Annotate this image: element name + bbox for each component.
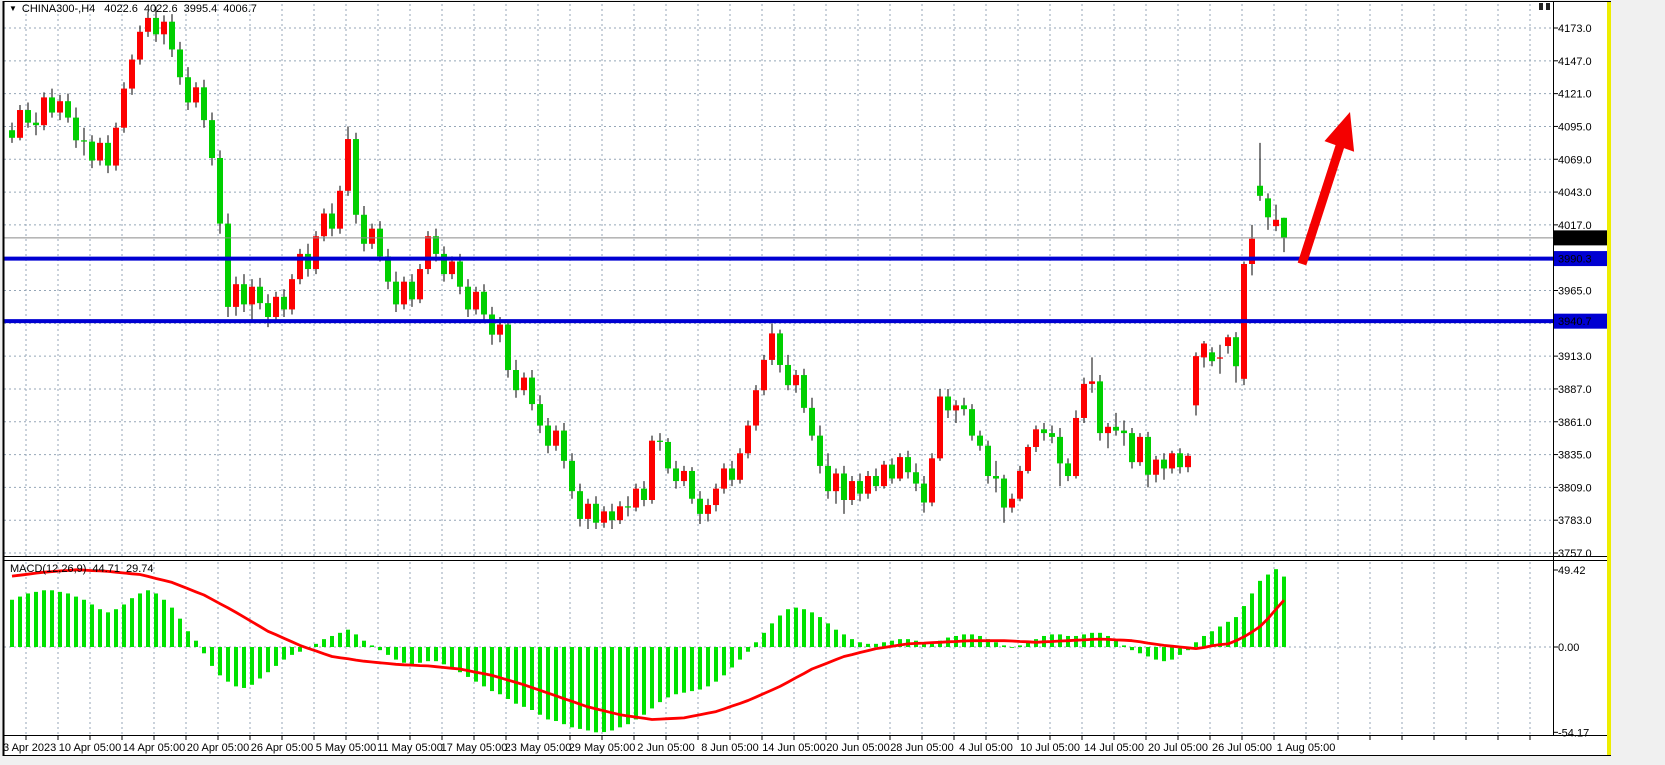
current-price-box: 4006.7 [1554, 230, 1607, 245]
svg-text:4006.7: 4006.7 [1558, 233, 1592, 245]
svg-text:0.00: 0.00 [1558, 642, 1579, 654]
svg-text:4 Jul 05:00: 4 Jul 05:00 [959, 742, 1013, 754]
ohlc-low: 3995.4 [184, 3, 218, 15]
symbol-period-label: CHINA300-,H4 [22, 3, 95, 15]
level-price-box-3990.3: 3990.3 [1554, 251, 1607, 266]
svg-text:10 Jul 05:00: 10 Jul 05:00 [1020, 742, 1080, 754]
svg-text:3913.0: 3913.0 [1558, 351, 1592, 363]
level-price-box-3940.7: 3940.7 [1554, 314, 1607, 329]
svg-text:3965.0: 3965.0 [1558, 286, 1592, 298]
ohlc-open: 4022.6 [104, 3, 138, 15]
macd-indicator-label: MACD(12,26,9) 44.71 29.74 [10, 563, 159, 575]
svg-text:5 May 05:00: 5 May 05:00 [316, 742, 377, 754]
svg-text:3783.0: 3783.0 [1558, 515, 1592, 527]
svg-text:4017.0: 4017.0 [1558, 220, 1592, 232]
svg-text:14 Jul 05:00: 14 Jul 05:00 [1084, 742, 1144, 754]
svg-text:-54.17: -54.17 [1558, 727, 1589, 739]
chart-canvas[interactable]: 4173.0 4147.0 4121.0 4095.0 4069.0 4043.0 4017… [0, 0, 1665, 765]
svg-text:14 Jun 05:00: 14 Jun 05:00 [762, 742, 826, 754]
svg-text:3940.7: 3940.7 [1558, 316, 1592, 328]
svg-text:4095.0: 4095.0 [1558, 121, 1592, 133]
svg-text:3757.0: 3757.0 [1558, 548, 1592, 560]
svg-text:10 Apr 05:00: 10 Apr 05:00 [59, 742, 121, 754]
svg-text:29 May 05:00: 29 May 05:00 [569, 742, 636, 754]
symbol-dropdown-icon[interactable]: ▼ [9, 4, 17, 13]
svg-text:4043.0: 4043.0 [1558, 187, 1592, 199]
svg-text:4147.0: 4147.0 [1558, 56, 1592, 68]
ohlc-close: 4006.7 [223, 3, 257, 15]
svg-text:2 Jun 05:00: 2 Jun 05:00 [637, 742, 695, 754]
ohlc-high: 4022.6 [144, 3, 178, 15]
svg-text:3 Apr 2023: 3 Apr 2023 [3, 742, 56, 754]
macd-value-signal: 29.74 [126, 563, 154, 575]
svg-text:3835.0: 3835.0 [1558, 450, 1592, 462]
svg-text:49.42: 49.42 [1558, 565, 1586, 577]
svg-text:4173.0: 4173.0 [1558, 23, 1592, 35]
svg-text:3809.0: 3809.0 [1558, 482, 1592, 494]
chart-window: 4173.0 4147.0 4121.0 4095.0 4069.0 4043.0 4017… [0, 0, 1665, 765]
svg-text:20 Jun 05:00: 20 Jun 05:00 [826, 742, 890, 754]
macd-name: MACD(12,26,9) [10, 563, 86, 575]
svg-text:3887.0: 3887.0 [1558, 384, 1592, 396]
svg-text:8 Jun 05:00: 8 Jun 05:00 [701, 742, 759, 754]
svg-text:17 May 05:00: 17 May 05:00 [441, 742, 508, 754]
svg-text:14 Apr 05:00: 14 Apr 05:00 [123, 742, 185, 754]
svg-text:20 Apr 05:00: 20 Apr 05:00 [187, 742, 249, 754]
svg-text:1 Aug 05:00: 1 Aug 05:00 [1277, 742, 1336, 754]
active-window-edge [1607, 2, 1611, 755]
svg-text:20 Jul 05:00: 20 Jul 05:00 [1148, 742, 1208, 754]
svg-text:26 Apr 05:00: 26 Apr 05:00 [251, 742, 313, 754]
svg-text:3990.3: 3990.3 [1558, 254, 1592, 266]
chart-title: ▼ CHINA300-,H4 4022.6 4022.6 3995.4 4006.7 [9, 3, 263, 15]
svg-text:4069.0: 4069.0 [1558, 154, 1592, 166]
svg-text:28 Jun 05:00: 28 Jun 05:00 [890, 742, 954, 754]
svg-text:23 May 05:00: 23 May 05:00 [505, 742, 572, 754]
svg-text:11 May 05:00: 11 May 05:00 [377, 742, 443, 754]
svg-text:4121.0: 4121.0 [1558, 89, 1592, 101]
svg-text:3861.0: 3861.0 [1558, 417, 1592, 429]
svg-text:26 Jul 05:00: 26 Jul 05:00 [1212, 742, 1272, 754]
macd-value-main: 44.71 [92, 563, 120, 575]
